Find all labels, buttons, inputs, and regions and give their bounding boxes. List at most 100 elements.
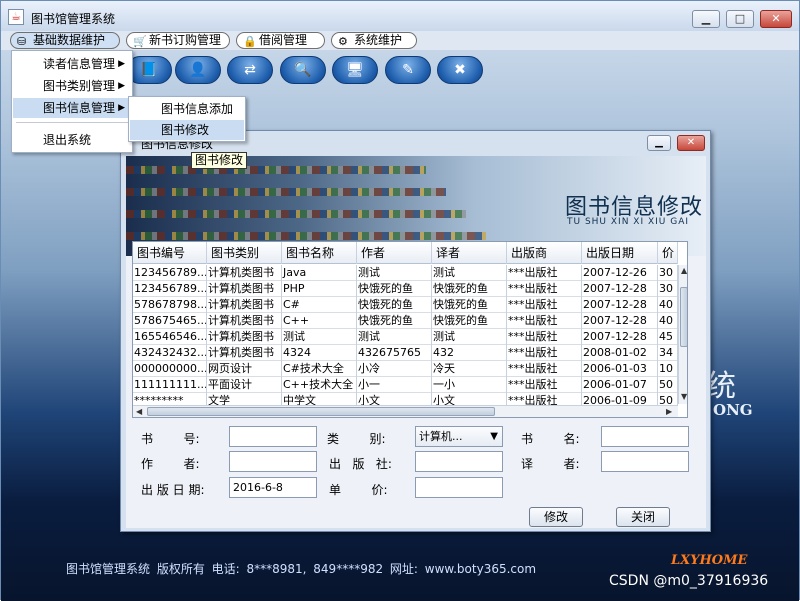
isbn-label: 书 号: (141, 432, 200, 446)
menu-item-book-category[interactable]: 图书类别管理 ▶ (13, 76, 131, 96)
toolbar: 📘 👤 ⇄ 🔍 🖥 ✎ ✖ (126, 56, 491, 88)
menu-item-book-add[interactable]: 图书信息添加 (130, 99, 244, 119)
toolbar-button-reader[interactable]: 👤 (175, 56, 221, 84)
vertical-scrollbar[interactable]: ▲ ▼ (678, 265, 687, 404)
menu-basic-data[interactable]: ⛁ 基础数据维护 (10, 32, 120, 49)
menu-book-order[interactable]: 🛒 新书订购管理 (126, 32, 230, 49)
scroll-down-icon[interactable]: ▼ (681, 392, 687, 401)
toolbar-button-edit[interactable]: ✎ (385, 56, 431, 84)
minimize-icon: ▁ (701, 12, 711, 25)
menu-bar: ⛁ 基础数据维护 🛒 新书订购管理 🔒 借阅管理 ⚙ 系统维护 (1, 31, 799, 50)
table-cell: 165546546... (134, 329, 207, 345)
table-cell: ***出版社 (507, 393, 582, 405)
column-header[interactable]: 出版日期 (582, 242, 658, 264)
table-cell: ***出版社 (507, 297, 582, 313)
toolbar-button-search[interactable]: 🔍 (280, 56, 326, 84)
table-row[interactable]: 111111111... 平面设计 C++技术大全 小一 一小 ***出版社 2006-01… (133, 377, 678, 393)
table-cell: 432432432... (134, 345, 207, 361)
menu-item-reader-info[interactable]: 读者信息管理 ▶ (13, 54, 131, 74)
table-row[interactable]: 000000000... 网页设计 C#技术大全 小冷 冷天 ***出版社 2006-01-… (133, 361, 678, 377)
menu-item-book-info[interactable]: 图书信息管理 ▶ (13, 98, 131, 118)
table-cell: 计算机类图书 (207, 297, 282, 313)
menu-item-book-edit[interactable]: 图书修改 (130, 120, 244, 140)
dialog-close-button[interactable]: ✕ (677, 135, 705, 151)
table-cell: ***出版社 (507, 345, 582, 361)
vertical-scroll-thumb[interactable] (680, 287, 687, 347)
table-row[interactable]: 165546546... 计算机类图书 测试 测试 测试 ***出版社 2007-12-28… (133, 329, 678, 345)
table-row[interactable]: 123456789... 计算机类图书 PHP 快饿死的鱼 快饿死的鱼 ***出版社 200… (133, 281, 678, 297)
menu-borrow[interactable]: 🔒 借阅管理 (236, 32, 325, 49)
column-header[interactable]: 出版商 (507, 242, 582, 264)
table-cell: 2007-12-28 (582, 281, 658, 297)
table-cell: 快饿死的鱼 (432, 313, 507, 329)
scroll-up-icon[interactable]: ▲ (681, 266, 687, 275)
table-cell: 578675465... (134, 313, 207, 329)
close-button[interactable]: ✕ (760, 10, 792, 28)
menu-item-exit[interactable]: 退出系统 (13, 130, 131, 150)
table-row[interactable]: 578675465... 计算机类图书 C++ 快饿死的鱼 快饿死的鱼 ***出版社 200… (133, 313, 678, 329)
table-cell: 2007-12-28 (582, 313, 658, 329)
column-header[interactable]: 译者 (432, 242, 507, 264)
scroll-left-icon[interactable]: ◀ (136, 407, 142, 416)
name-field[interactable] (601, 426, 689, 447)
table-cell: 4324 (282, 345, 357, 361)
menu-system[interactable]: ⚙ 系统维护 (331, 32, 417, 49)
minimize-button[interactable]: ▁ (692, 10, 720, 28)
table-cell: 冷天 (432, 361, 507, 377)
dialog-minimize-button[interactable]: ▁ (647, 135, 671, 151)
isbn-field[interactable] (229, 426, 317, 447)
table-cell: 小一 (357, 377, 432, 393)
table-row[interactable]: 432432432... 计算机类图书 4324 432675765 432 ***出版社… (133, 345, 678, 361)
column-header[interactable]: 图书类别 (207, 242, 282, 264)
table-cell: 30 (658, 265, 678, 281)
table-cell: 123456789... (134, 265, 207, 281)
column-header[interactable]: 作者 (357, 242, 432, 264)
table-cell: ***出版社 (507, 281, 582, 297)
category-select[interactable]: 计算机... ▼ (415, 426, 503, 447)
table-cell: C#技术大全 (282, 361, 357, 377)
publish-date-field[interactable]: 2016-6-8 (229, 477, 317, 498)
toolbar-button-computer[interactable]: 🖥 (332, 56, 378, 84)
maximize-icon: □ (734, 12, 746, 25)
table-cell: 30 (658, 281, 678, 297)
minimize-icon: ▁ (655, 137, 663, 148)
table-row[interactable]: ********* 文学 中学文 小文 小文 ***出版社 2006-01-09 50 (133, 393, 678, 405)
horizontal-scroll-thumb[interactable] (147, 407, 495, 416)
table-row[interactable]: 578678798... 计算机类图书 C# 快饿死的鱼 快饿死的鱼 ***出版社 2007… (133, 297, 678, 313)
table-cell: 测试 (357, 329, 432, 345)
modify-button[interactable]: 修改 (529, 507, 583, 527)
table-cell: 2006-01-09 (582, 393, 658, 405)
toolbar-button-exit[interactable]: ✖ (437, 56, 483, 84)
table-cell: 测试 (432, 329, 507, 345)
table-cell: 文学 (207, 393, 282, 405)
table-cell: 一小 (432, 377, 507, 393)
book-table[interactable]: 图书编号 图书类别 图书名称 作者 译者 出版商 出版日期 价 12345678… (132, 241, 688, 418)
scroll-right-icon[interactable]: ▶ (666, 407, 672, 416)
close-dialog-button[interactable]: 关闭 (616, 507, 670, 527)
table-cell: 测试 (282, 329, 357, 345)
table-cell: 2006-01-03 (582, 361, 658, 377)
chevron-right-icon: ▶ (118, 103, 125, 113)
horizontal-scrollbar[interactable]: ◀ ▶ (133, 405, 678, 417)
column-header[interactable]: 价 (658, 242, 678, 264)
table-cell: ***出版社 (507, 361, 582, 377)
table-cell: 快饿死的鱼 (357, 281, 432, 297)
chevron-right-icon: ▶ (118, 59, 125, 69)
column-header[interactable]: 图书名称 (282, 242, 357, 264)
column-header[interactable]: 图书编号 (133, 242, 207, 264)
menu-label: 借阅管理 (259, 33, 308, 47)
window-title: 图书馆管理系统 (31, 12, 116, 26)
chevron-right-icon: ▶ (118, 81, 125, 91)
publisher-field[interactable] (415, 451, 503, 472)
author-field[interactable] (229, 451, 317, 472)
table-cell: ***出版社 (507, 313, 582, 329)
price-label: 单 价: (329, 483, 388, 497)
maximize-button[interactable]: □ (726, 10, 754, 28)
translator-field[interactable] (601, 451, 689, 472)
table-cell: 45 (658, 329, 678, 345)
table-row[interactable]: 123456789... 计算机类图书 Java 测试 测试 ***出版社 2007-12-… (133, 265, 678, 281)
toolbar-button-borrow[interactable]: ⇄ (227, 56, 273, 84)
table-cell: 40 (658, 313, 678, 329)
price-field[interactable] (415, 477, 503, 498)
table-cell: 123456789... (134, 281, 207, 297)
